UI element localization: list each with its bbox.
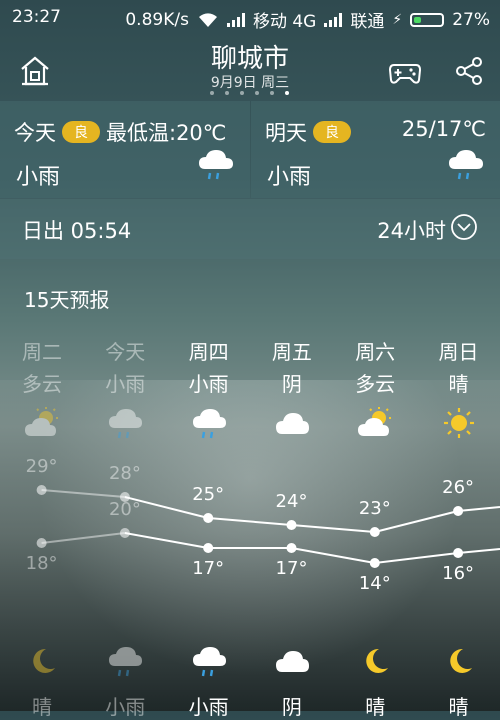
high-temp-label: 23° [345,498,405,519]
low-temp-label: 20° [95,499,155,520]
today-panel[interactable]: 今天 良 最低温:20℃ 小雨 [0,101,250,198]
battery-icon [410,13,444,27]
gamepad-icon[interactable] [388,54,422,88]
day-name: 周日 [417,336,500,365]
day-condition: 小雨 [167,368,251,397]
tomorrow-condition: 小雨 [267,159,311,191]
rain-cloud-icon [191,644,227,678]
night-condition: 晴 [417,691,500,720]
night-condition: 小雨 [167,691,251,720]
low-temp-label: 16° [428,563,488,584]
low-temp-label: 17° [178,558,238,579]
aqi-badge: 良 [313,121,351,143]
rain-cloud-icon [446,147,486,183]
high-temp-label: 24° [262,491,322,512]
status-time: 23:27 [12,7,61,27]
day-name: 周五 [250,336,334,365]
day-name: 今天 [83,336,167,365]
sun-icon [441,406,477,440]
high-temp-label: 25° [178,484,238,505]
rain-cloud-icon [107,406,143,440]
high-temp-label: 26° [428,477,488,498]
today-min-temp: 最低温:20℃ [106,117,226,147]
day-condition: 小雨 [83,368,167,397]
sunrise-row[interactable]: 日出 05:54 24小时 [0,199,500,259]
night-condition: 阴 [250,691,334,720]
cloud-icon [274,406,310,440]
page-indicator [210,91,289,95]
night-condition: 晴 [0,691,84,720]
network-speed: 0.89K/s [125,10,189,30]
wifi-icon [197,12,219,28]
forecast-title: 15天预报 [24,284,109,313]
signal-icon-2 [324,13,342,27]
day-name: 周六 [333,336,417,365]
partly-cloudy-icon [357,406,393,440]
day-condition: 多云 [333,368,417,397]
rain-cloud-icon [196,147,236,183]
chevron-down-icon[interactable] [450,213,478,241]
header: 聊城市 9月9日 周三 [0,34,500,100]
hourly-toggle[interactable]: 24小时 [377,215,446,245]
carrier-1: 移动 4G [253,7,316,32]
low-temp-label: 14° [345,573,405,594]
cloud-icon [274,644,310,678]
day-condition: 晴 [417,368,500,397]
night-condition: 小雨 [83,691,167,720]
low-temp-label: 17° [262,558,322,579]
aqi-badge: 良 [62,121,100,143]
moon-icon [357,644,393,678]
date-label: 9月9日 周三 [0,72,500,92]
sunrise-time: 日出 05:54 [22,215,131,245]
day-condition: 阴 [250,368,334,397]
charging-icon: ⚡ [392,12,402,28]
moon-icon [24,644,60,678]
high-temp-label: 28° [95,463,155,484]
tomorrow-panel[interactable]: 明天 良 25/17℃ 小雨 [251,101,500,198]
forecast-days[interactable]: 周二多云晴今天小雨小雨周四小雨小雨周五阴阴周六多云晴周日晴晴 [0,336,500,711]
tomorrow-range: 25/17℃ [402,117,486,141]
day-name: 周二 [0,336,84,365]
signal-icon [227,13,245,27]
rain-cloud-icon [107,644,143,678]
carrier-2: 联通 [350,7,384,32]
today-row: 今天 良 最低温:20℃ [14,117,226,147]
tomorrow-row: 明天 良 [265,117,351,147]
today-condition: 小雨 [16,159,60,191]
share-icon[interactable] [452,54,486,88]
status-bar: 23:27 0.89K/s 移动 4G 联通 ⚡ 27% [0,0,500,34]
city-title[interactable]: 聊城市 [0,38,500,75]
day-condition: 多云 [0,368,84,397]
tomorrow-label: 明天 [265,117,307,147]
partly-cloudy-icon [24,406,60,440]
night-condition: 晴 [333,691,417,720]
low-temp-label: 18° [12,553,72,574]
rain-cloud-icon [191,406,227,440]
today-label: 今天 [14,117,56,147]
day-name: 周四 [167,336,251,365]
status-right: 0.89K/s 移动 4G 联通 ⚡ 27% [125,7,490,32]
high-temp-label: 29° [12,456,72,477]
moon-icon [441,644,477,678]
battery-level: 27% [452,10,490,30]
